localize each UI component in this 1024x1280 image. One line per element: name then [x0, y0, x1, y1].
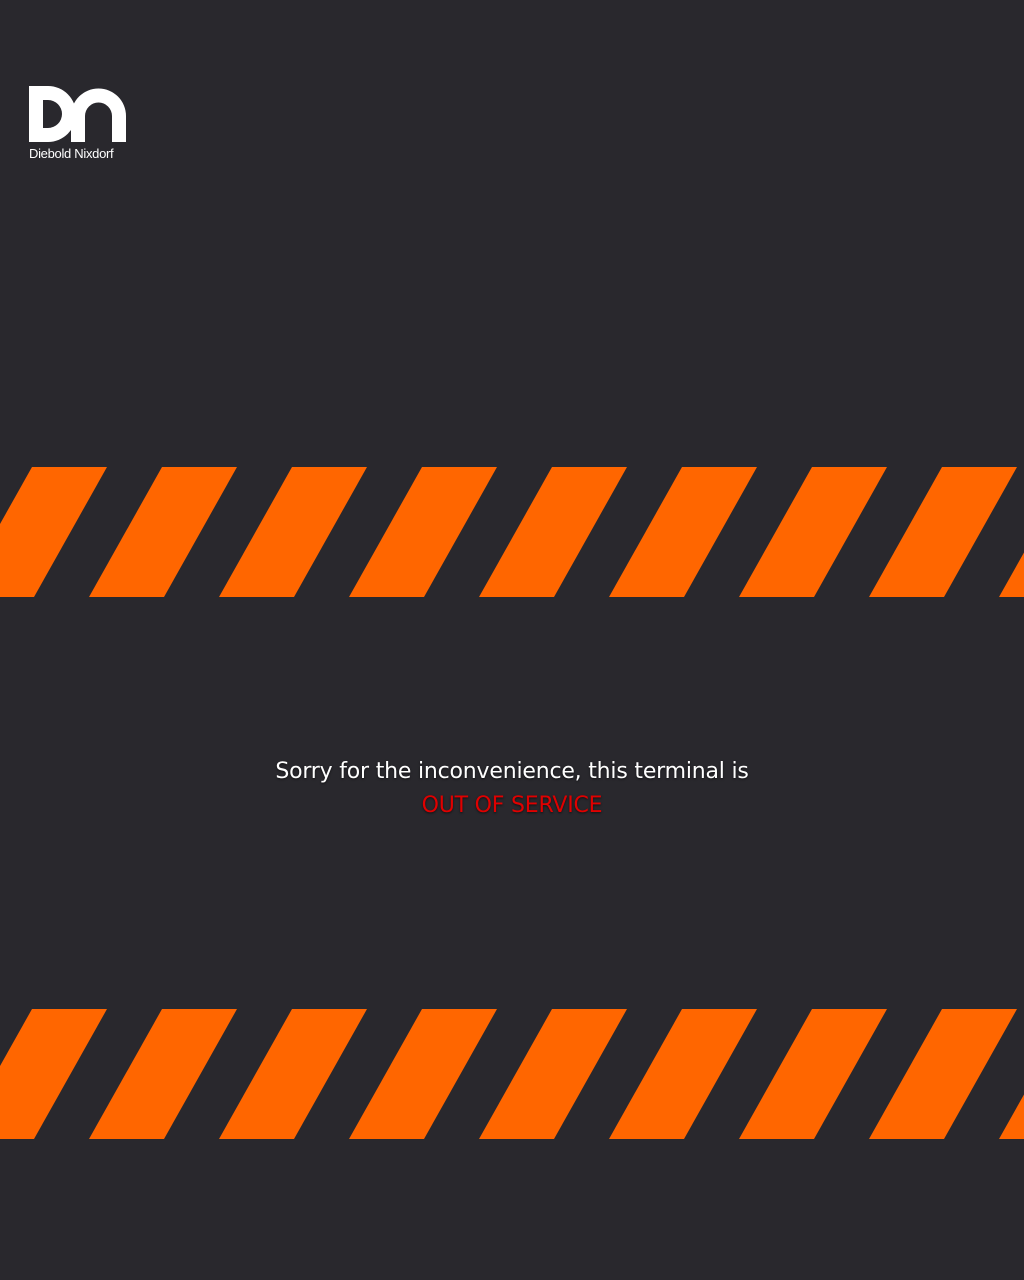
hazard-stripe	[869, 467, 1017, 597]
status-message-text: Sorry for the inconvenience, this termin…	[275, 759, 749, 784]
brand-name: Diebold Nixdorf	[29, 146, 114, 161]
brand-logo: Diebold Nixdorf	[29, 86, 129, 164]
hazard-stripe	[89, 467, 237, 597]
hazard-stripes	[0, 1009, 1024, 1139]
hazard-stripe	[739, 1009, 887, 1139]
hazard-stripe	[479, 467, 627, 597]
hazard-stripe	[219, 1009, 367, 1139]
hazard-stripe	[89, 1009, 237, 1139]
hazard-stripe	[0, 467, 107, 597]
hazard-stripe	[869, 1009, 1017, 1139]
status-message: Sorry for the inconvenience, this termin…	[0, 755, 1024, 823]
out-of-service-screen: Diebold Nixdorf Sorry for the inconvenie…	[0, 0, 1024, 1280]
hazard-stripe-band-bottom	[0, 1009, 1024, 1139]
hazard-stripe	[479, 1009, 627, 1139]
out-of-service-label: OUT OF SERVICE	[421, 793, 603, 818]
hazard-stripe-band-top	[0, 467, 1024, 597]
hazard-stripe	[739, 467, 887, 597]
hazard-stripe	[349, 1009, 497, 1139]
hazard-stripe	[609, 1009, 757, 1139]
dn-monogram-icon	[29, 86, 126, 142]
hazard-stripes	[0, 467, 1024, 597]
hazard-stripe	[609, 467, 757, 597]
hazard-stripe	[349, 467, 497, 597]
hazard-stripe	[0, 1009, 107, 1139]
hazard-stripe	[219, 467, 367, 597]
